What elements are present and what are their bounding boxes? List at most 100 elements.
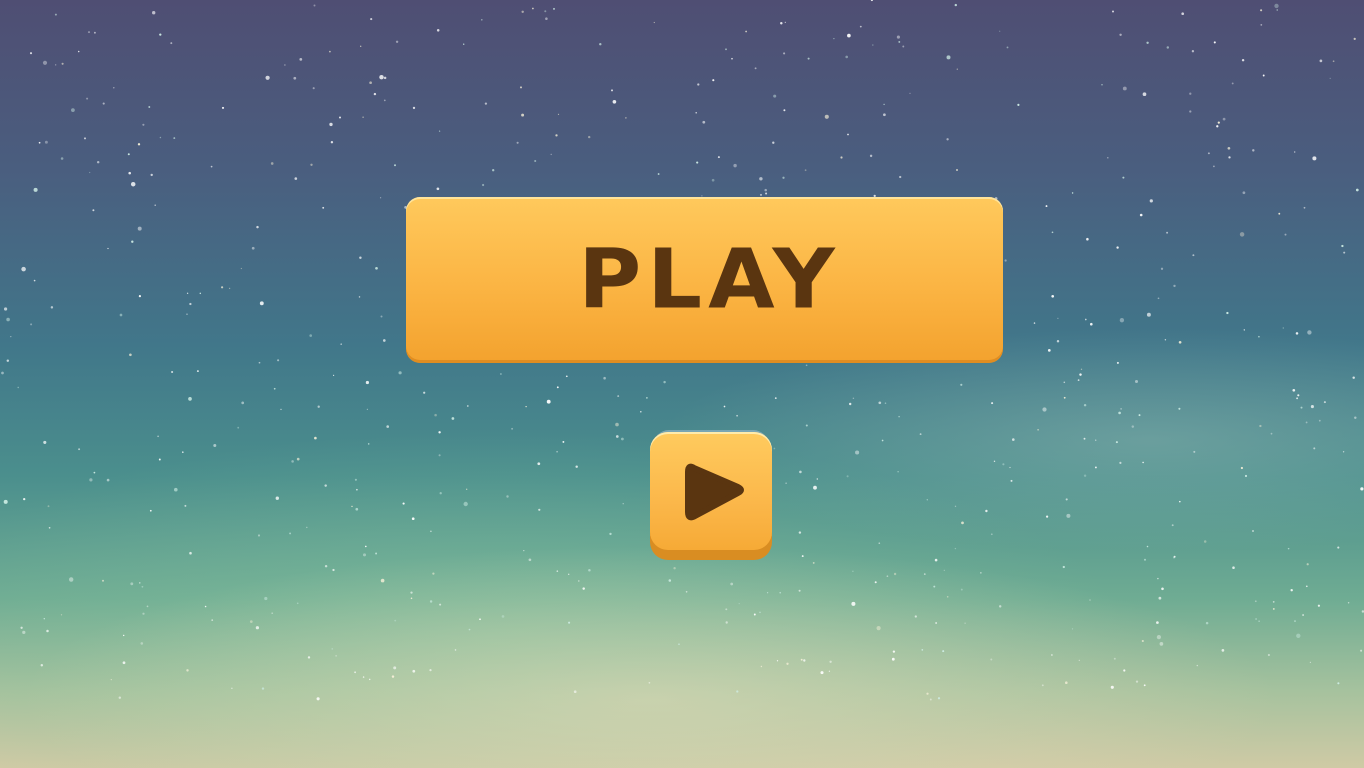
- star: [1260, 24, 1263, 26]
- star: [333, 374, 335, 376]
- star: [393, 666, 397, 670]
- star: [33, 187, 38, 192]
- star: [506, 495, 509, 498]
- star: [1272, 607, 1275, 610]
- star: [280, 408, 282, 411]
- star: [1196, 664, 1199, 667]
- star: [402, 502, 405, 505]
- star: [362, 676, 365, 678]
- star: [1012, 438, 1015, 441]
- star: [923, 573, 926, 575]
- star: [954, 3, 957, 7]
- star: [1079, 373, 1082, 376]
- star: [1329, 77, 1331, 80]
- star: [1297, 394, 1300, 397]
- star: [961, 521, 964, 525]
- star: [759, 611, 761, 614]
- star: [43, 440, 47, 444]
- star: [1065, 498, 1068, 501]
- star: [872, 44, 874, 46]
- star: [847, 33, 851, 38]
- star: [423, 391, 426, 394]
- star: [1112, 10, 1114, 13]
- star: [1135, 680, 1139, 683]
- star: [935, 622, 937, 624]
- star: [765, 192, 768, 195]
- star: [852, 397, 855, 400]
- star: [943, 569, 945, 571]
- star: [800, 658, 803, 661]
- play-icon-button[interactable]: [650, 432, 772, 550]
- star: [985, 509, 988, 513]
- star: [101, 579, 105, 582]
- star: [902, 45, 905, 48]
- star: [436, 187, 440, 191]
- star: [537, 462, 541, 466]
- star: [157, 435, 159, 438]
- star: [150, 173, 153, 177]
- star: [840, 156, 843, 159]
- star: [237, 426, 240, 429]
- star: [394, 619, 397, 622]
- star: [772, 141, 775, 144]
- star: [10, 335, 12, 338]
- star: [1017, 103, 1020, 106]
- star: [898, 40, 901, 43]
- star: [1056, 339, 1060, 343]
- star: [1260, 9, 1263, 12]
- star: [773, 447, 776, 450]
- star: [1294, 620, 1296, 623]
- star: [1318, 419, 1321, 422]
- star: [255, 626, 260, 630]
- star: [44, 140, 48, 144]
- star: [545, 17, 548, 20]
- star: [1287, 547, 1290, 550]
- star: [1045, 205, 1048, 208]
- star: [296, 602, 299, 605]
- star: [568, 621, 571, 624]
- star: [258, 361, 261, 364]
- star: [1051, 231, 1054, 234]
- star: [1122, 86, 1127, 91]
- star: [54, 13, 57, 16]
- star: [1089, 599, 1091, 601]
- star: [812, 561, 815, 564]
- star: [933, 585, 936, 588]
- star: [380, 578, 385, 583]
- star: [829, 660, 832, 663]
- star: [438, 431, 441, 434]
- star: [130, 181, 136, 187]
- star: [221, 286, 224, 289]
- star: [833, 38, 835, 40]
- star: [1158, 596, 1162, 600]
- star: [481, 19, 483, 21]
- star: [40, 664, 44, 667]
- star: [171, 370, 174, 374]
- star: [1240, 466, 1244, 470]
- star: [369, 81, 372, 85]
- star: [1051, 654, 1053, 656]
- star: [310, 163, 313, 166]
- star: [1205, 621, 1209, 625]
- star: [159, 136, 162, 139]
- star: [1343, 251, 1346, 254]
- star: [852, 570, 854, 573]
- star: [6, 359, 10, 362]
- star: [89, 478, 93, 482]
- star: [999, 30, 1001, 32]
- star: [1084, 318, 1087, 321]
- star: [1173, 555, 1176, 558]
- star: [646, 397, 648, 399]
- star: [980, 572, 982, 574]
- star: [332, 568, 335, 572]
- star: [356, 488, 358, 491]
- star: [1166, 231, 1169, 234]
- star: [1193, 450, 1196, 453]
- star: [621, 437, 624, 441]
- star: [137, 226, 142, 231]
- star: [1207, 152, 1210, 155]
- star: [731, 57, 733, 60]
- star: [102, 102, 105, 105]
- play-button[interactable]: PLAY: [406, 197, 1003, 363]
- star: [1066, 513, 1071, 518]
